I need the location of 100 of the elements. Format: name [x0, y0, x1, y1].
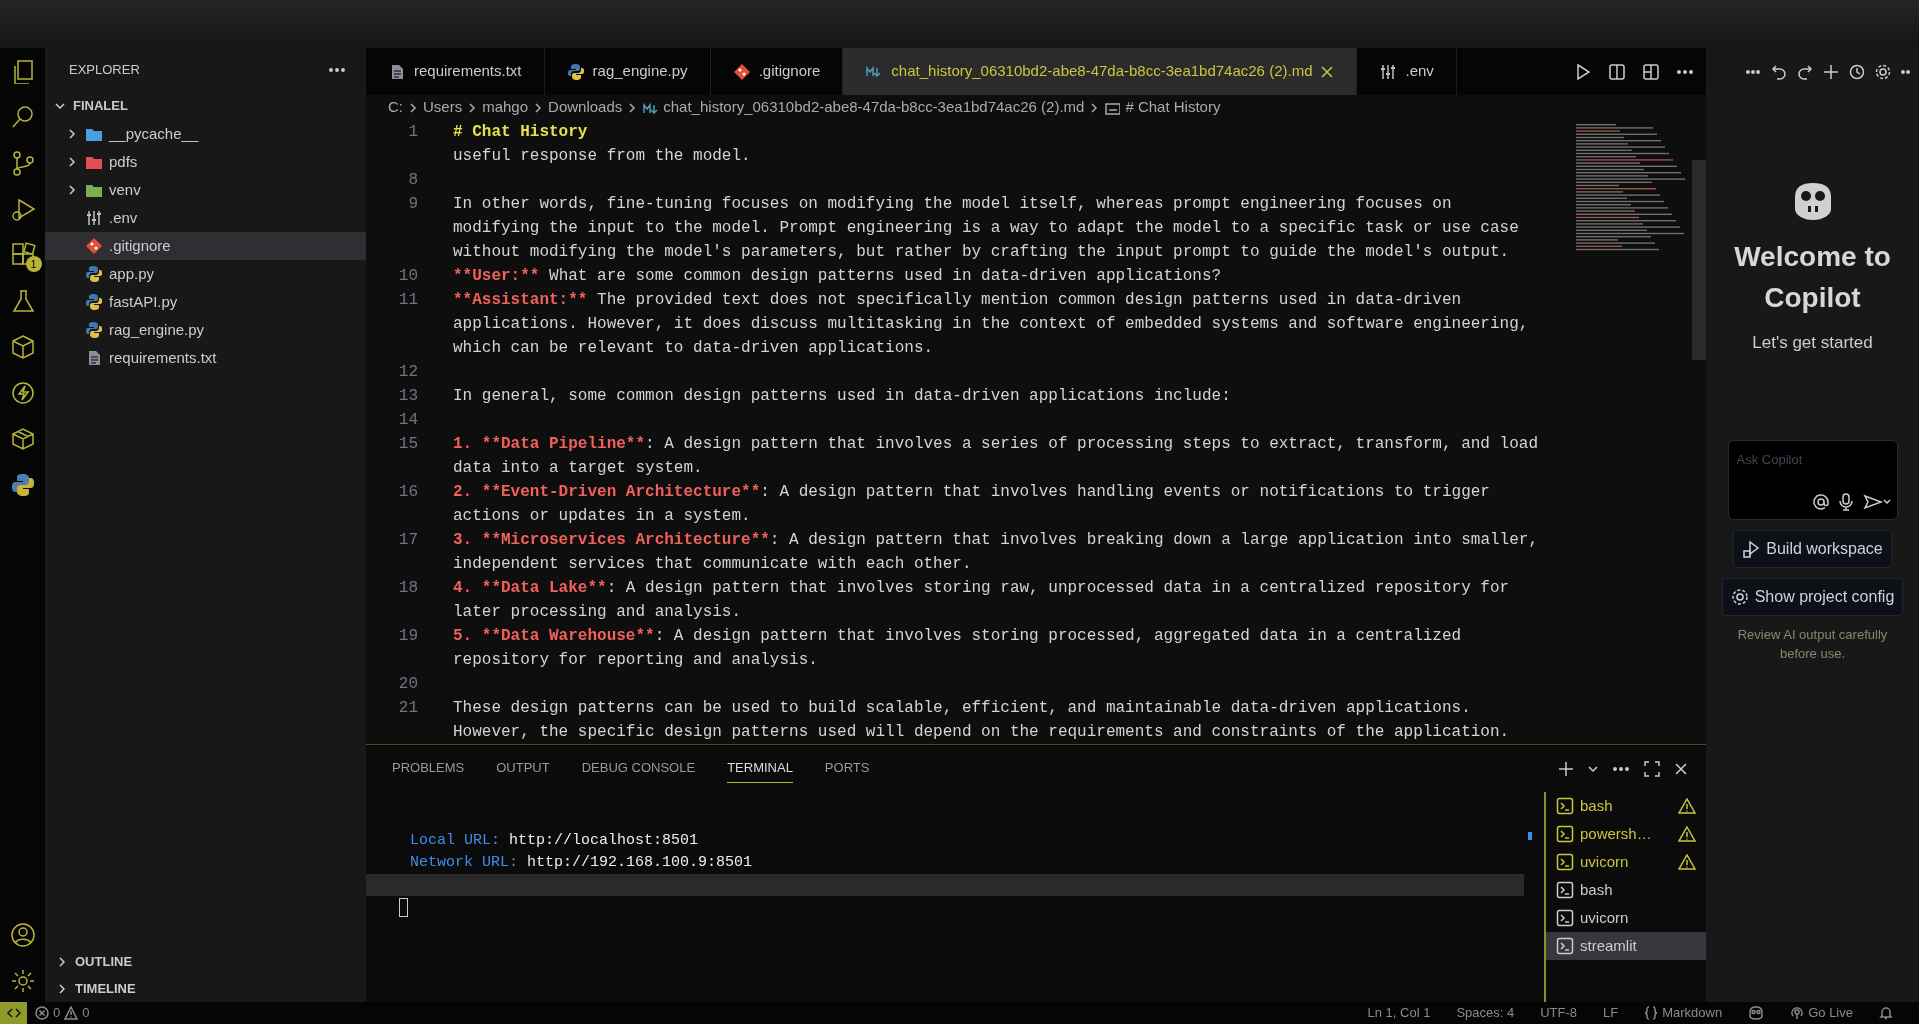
remote-indicator[interactable]: [0, 1002, 27, 1024]
git-diamond-icon: [732, 62, 751, 81]
line-number: 9: [407, 194, 418, 215]
lightning-icon[interactable]: [9, 380, 36, 406]
python-file-icon: [566, 62, 585, 81]
code-line: 1. **Data Pipeline**: A design pattern that involves a series of processing steps to extract, transform, and load: [453, 434, 1538, 455]
close-icon[interactable]: [1674, 761, 1688, 776]
file-item[interactable]: fastAPI.py: [45, 288, 366, 316]
line-number: 10: [397, 266, 418, 287]
panel-tab[interactable]: DEBUG CONSOLE: [581, 754, 696, 783]
action-button[interactable]: Build workspace: [1733, 529, 1892, 568]
python-file-icon: [85, 265, 103, 283]
code-line: modifying the input to the model. Prompt engineering is a way to adapt the model to a specific task or use case: [453, 218, 1519, 239]
terminal-line: Local URL: http://localhost:8501: [410, 831, 700, 851]
terminal-item[interactable]: uvicorn: [1546, 904, 1706, 932]
terminal-icon: [1556, 909, 1574, 927]
folder-item[interactable]: __pycache__: [45, 120, 366, 148]
terminal-cursor: [399, 898, 408, 917]
bell-icon[interactable]: [1879, 1006, 1893, 1020]
terminal-item[interactable]: bash: [1546, 792, 1706, 820]
file-item[interactable]: .gitignore: [45, 232, 366, 260]
microphone-icon[interactable]: [1838, 492, 1853, 511]
preview-icon[interactable]: [1608, 62, 1626, 81]
section-header[interactable]: OUTLINE: [45, 948, 366, 975]
code-line: However, the specific design patterns used will depend on the requirements and constraints of the application.: [453, 722, 1510, 743]
plus-icon[interactable]: [1823, 63, 1839, 80]
panel-tab[interactable]: TERMINAL: [727, 754, 793, 783]
folder-row[interactable]: FINALEL: [45, 92, 366, 120]
package-icon[interactable]: [9, 426, 36, 452]
terminal-item[interactable]: powersh…: [1546, 820, 1706, 848]
search-icon[interactable]: [9, 104, 36, 130]
python-file-icon: [85, 293, 103, 311]
panel-tab[interactable]: PROBLEMS: [392, 754, 465, 783]
chat-input[interactable]: Ask Copilot: [1734, 448, 1891, 471]
at-sign-icon[interactable]: [1812, 493, 1829, 510]
folder-item[interactable]: pdfs: [45, 148, 366, 176]
split-editor-icon[interactable]: [1642, 62, 1660, 81]
file-item[interactable]: requirements.txt: [45, 344, 366, 372]
cube-icon[interactable]: [9, 334, 36, 360]
line-number: 8: [407, 170, 418, 191]
redo-icon[interactable]: [1797, 63, 1813, 80]
run-icon[interactable]: [1574, 62, 1592, 81]
status-item[interactable]: Go Live: [1790, 1003, 1853, 1023]
section-header[interactable]: TIMELINE: [45, 975, 366, 1002]
terminal-item[interactable]: streamlit: [1546, 932, 1706, 960]
account-icon[interactable]: [9, 922, 36, 948]
panel-tab[interactable]: OUTPUT: [496, 754, 550, 783]
file-item[interactable]: rag_engine.py: [45, 316, 366, 344]
close-icon[interactable]: [1320, 64, 1335, 79]
gear-icon[interactable]: [9, 968, 36, 994]
breadcrumb-item[interactable]: Users: [423, 96, 463, 119]
plus-icon[interactable]: [1558, 760, 1574, 777]
welcome-title: Welcome to Copilot: [1733, 240, 1892, 315]
line-number: 21: [397, 698, 418, 719]
breadcrumb-item[interactable]: mahgo: [482, 96, 529, 119]
warning-icon: [1678, 854, 1696, 870]
line-number: 16: [397, 482, 418, 503]
status-item[interactable]: LF: [1603, 1003, 1619, 1023]
send-icon[interactable]: [1862, 493, 1891, 510]
undo-icon[interactable]: [1771, 63, 1787, 80]
breadcrumb-item[interactable]: C:: [388, 96, 403, 119]
terminal-icon: [1556, 853, 1574, 871]
file-item[interactable]: app.py: [45, 260, 366, 288]
breadcrumb-item[interactable]: # Chat History: [1125, 96, 1221, 119]
blocks-icon[interactable]: [9, 242, 36, 268]
problems-indicator[interactable]: 0 0: [35, 1003, 90, 1023]
warning-icon: [1678, 798, 1696, 814]
git-diamond-icon: [85, 237, 103, 255]
chevron-right-icon: [467, 101, 478, 114]
code-line: repository for reporting and analysis.: [453, 650, 818, 671]
breadcrumb-item[interactable]: Downloads: [548, 96, 623, 119]
terminal-item[interactable]: bash: [1546, 876, 1706, 904]
gear-icon[interactable]: [1875, 63, 1891, 80]
line-number: 14: [397, 410, 418, 431]
editor-tab[interactable]: chat_history_06310bd2-abe8-47da-b8cc-3ea1bd74ac26 (2).md: [843, 48, 1358, 95]
play-bug-icon[interactable]: [9, 196, 36, 222]
scrollbar[interactable]: [1692, 160, 1706, 360]
status-item[interactable]: Markdown: [1644, 1003, 1723, 1023]
line-number: 1: [407, 122, 418, 143]
history-icon[interactable]: [1849, 63, 1865, 80]
action-button[interactable]: Show project config: [1721, 577, 1904, 616]
terminal-item[interactable]: uvicorn: [1546, 848, 1706, 876]
breadcrumb-item[interactable]: chat_history_06310bd2-abe8-47da-b8cc-3ea1bd74ac26 (2).md: [663, 96, 1085, 119]
maximize-icon[interactable]: [1644, 760, 1660, 777]
code-line: later processing and analysis.: [453, 602, 742, 623]
code-line: independent services that communicate with each other.: [453, 554, 972, 575]
error-icon: [35, 1006, 49, 1020]
copilot-icon[interactable]: [1748, 1006, 1765, 1020]
terminal-icon: [1556, 825, 1574, 843]
line-number: 17: [397, 530, 418, 551]
python-icon[interactable]: [9, 472, 36, 498]
status-item[interactable]: Spaces: 4: [1456, 1003, 1515, 1023]
folder-item[interactable]: venv: [45, 176, 366, 204]
chevron-down-icon[interactable]: [1588, 763, 1598, 774]
status-item[interactable]: Ln 1, Col 1: [1367, 1003, 1431, 1023]
file-item[interactable]: .env: [45, 204, 366, 232]
warning-icon: [1678, 826, 1696, 842]
panel-tab[interactable]: PORTS: [824, 754, 870, 783]
braces-icon: [1644, 1006, 1659, 1020]
status-item[interactable]: UTF-8: [1540, 1003, 1578, 1023]
